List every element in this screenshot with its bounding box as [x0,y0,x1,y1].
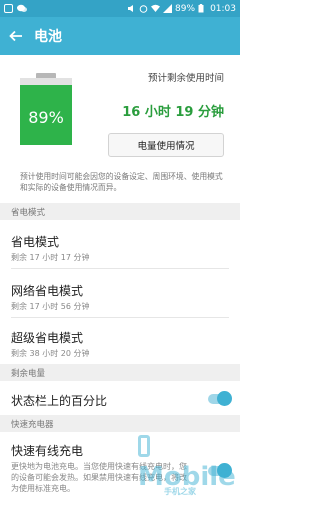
fast-charge-toggle-switch[interactable] [208,463,232,478]
section-header-remaining: 剩余电量 [0,364,240,381]
battery-body: 89% [20,78,72,145]
estimated-time-label: 预计剩余使用时间 [147,73,224,84]
percent-in-statusbar-title: 状态栏上的百分比 [11,394,108,408]
ultra-saving-mode-item[interactable]: 超级省电模式 剩余 38 小时 20 分钟 [0,318,240,364]
fast-wired-charging-title: 快速有线充电 [11,444,84,458]
power-saving-mode-sub: 剩余 17 小时 17 分钟 [11,253,90,262]
battery-usage-button[interactable]: 电量使用情况 [108,133,224,157]
status-time: 01:03 [210,3,236,14]
notification-icon [4,4,13,13]
status-battery-percent: 89% [175,3,196,14]
alarm-icon [139,4,148,13]
ultra-saving-mode-title: 超级省电模式 [11,331,84,345]
estimated-time-value: 16 小时 19 分钟 [122,105,224,120]
wechat-icon [17,4,27,13]
fast-wired-charging-item[interactable]: 快速有线充电 更快地为电池充电。当您使用快速有线充电时，您的设备可能会发热。如果… [0,432,240,506]
percent-in-statusbar-item[interactable]: 状态栏上的百分比 [0,381,240,415]
battery-percent-text: 89% [28,108,64,127]
app-bar: 电池 [0,17,240,55]
section-header-fast-charge: 快速充电器 [0,415,240,432]
wifi-icon [151,4,161,13]
network-saving-mode-item[interactable]: 网络省电模式 剩余 17 小时 56 分钟 [0,269,240,317]
power-saving-mode-item[interactable]: 省电模式 剩余 17 小时 17 分钟 [0,220,240,268]
power-saving-mode-title: 省电模式 [11,235,60,249]
arrow-left-icon[interactable] [0,17,32,55]
switch-knob [217,463,232,478]
mute-icon [127,4,136,13]
estimate-note: 预计使用时间可能会因您的设备设定、周围环境、使用模式和实际的设备使用情况而异。 [20,172,223,192]
switch-knob [217,391,232,406]
percent-toggle-switch[interactable] [208,391,232,406]
battery-level-graphic: 89% [20,73,72,145]
signal-icon [163,4,173,13]
network-saving-mode-sub: 剩余 17 小时 56 分钟 [11,302,90,311]
battery-icon [198,4,207,13]
page-title: 电池 [34,29,62,45]
battery-card: 89% 预计剩余使用时间 16 小时 19 分钟 电量使用情况 预计使用时间可能… [0,55,240,203]
ultra-saving-mode-sub: 剩余 38 小时 20 分钟 [11,349,90,358]
section-header-power-saving: 省电模式 [0,203,240,220]
status-bar: 89% 01:03 [0,0,240,17]
fast-wired-charging-sub: 更快地为电池充电。当您使用快速有线充电时，您的设备可能会发热。如果禁用快速有线充… [11,462,187,493]
network-saving-mode-title: 网络省电模式 [11,284,84,298]
